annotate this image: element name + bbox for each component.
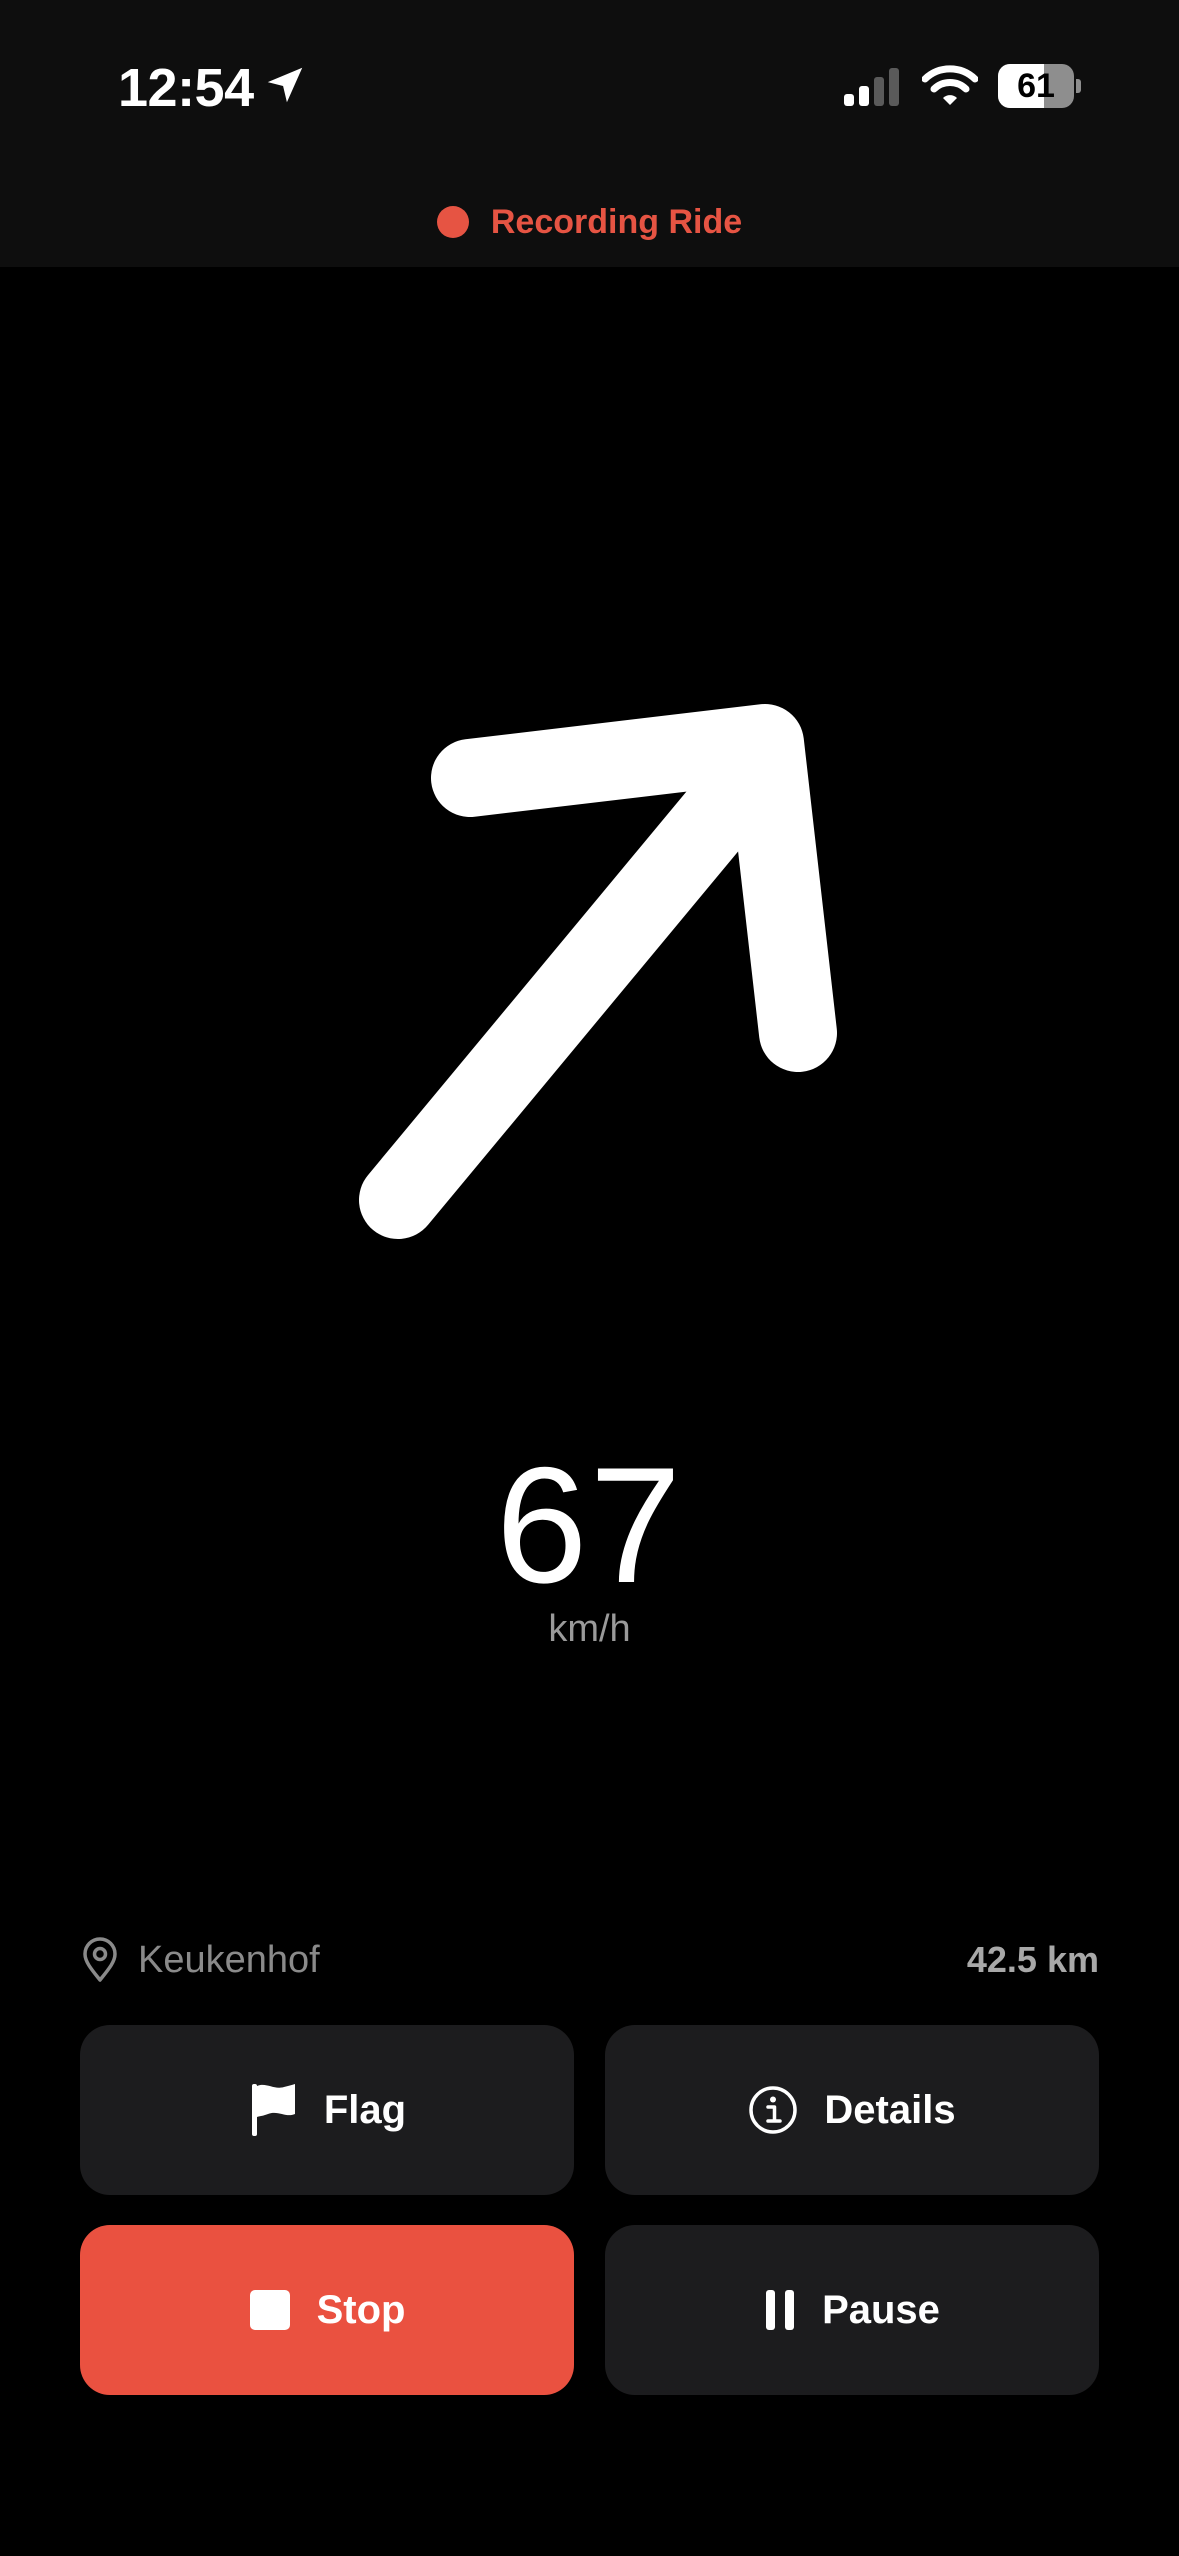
map-pin-icon bbox=[83, 1937, 117, 1982]
ride-recording-screen: 12:54 61 Recording Ride 67 km/h Keukenho… bbox=[0, 0, 1179, 2556]
details-button[interactable]: Details bbox=[605, 2025, 1099, 2195]
recording-banner: Recording Ride bbox=[0, 190, 1179, 254]
distance-value: 42.5 km bbox=[966, 1939, 1099, 1980]
location-name: Keukenhof bbox=[138, 1938, 320, 1981]
pause-icon bbox=[766, 2290, 795, 2330]
location-arrow-icon bbox=[267, 67, 303, 103]
cellular-signal-icon bbox=[844, 68, 899, 106]
flag-button[interactable]: Flag bbox=[80, 2025, 574, 2195]
recording-dot-icon bbox=[436, 206, 469, 238]
stop-button[interactable]: Stop bbox=[80, 2225, 574, 2395]
battery-level: 61 bbox=[1017, 67, 1055, 105]
status-bar: 12:54 61 bbox=[0, 0, 1179, 170]
arrow-up-right-icon bbox=[359, 704, 837, 1239]
flag-icon bbox=[251, 2084, 295, 2136]
info-icon bbox=[749, 2086, 798, 2134]
stop-icon bbox=[249, 2290, 290, 2330]
battery-icon: 61 bbox=[998, 64, 1082, 108]
speed-value: 67 bbox=[495, 1433, 684, 1617]
location-info: Keukenhof bbox=[80, 1936, 320, 1984]
pause-button-label: Pause bbox=[822, 2287, 940, 2332]
status-time: 12:54 bbox=[118, 58, 254, 118]
recording-label: Recording Ride bbox=[490, 202, 743, 241]
pause-button[interactable]: Pause bbox=[605, 2225, 1099, 2395]
top-header: 12:54 61 Recording Ride bbox=[0, 0, 1179, 267]
flag-button-label: Flag bbox=[323, 2087, 407, 2132]
location-row: Keukenhof 42.5 km bbox=[80, 1932, 1099, 1988]
speed-unit: km/h bbox=[548, 1608, 631, 1650]
wifi-icon bbox=[922, 65, 978, 105]
details-button-label: Details bbox=[824, 2087, 956, 2132]
stop-button-label: Stop bbox=[316, 2287, 406, 2332]
